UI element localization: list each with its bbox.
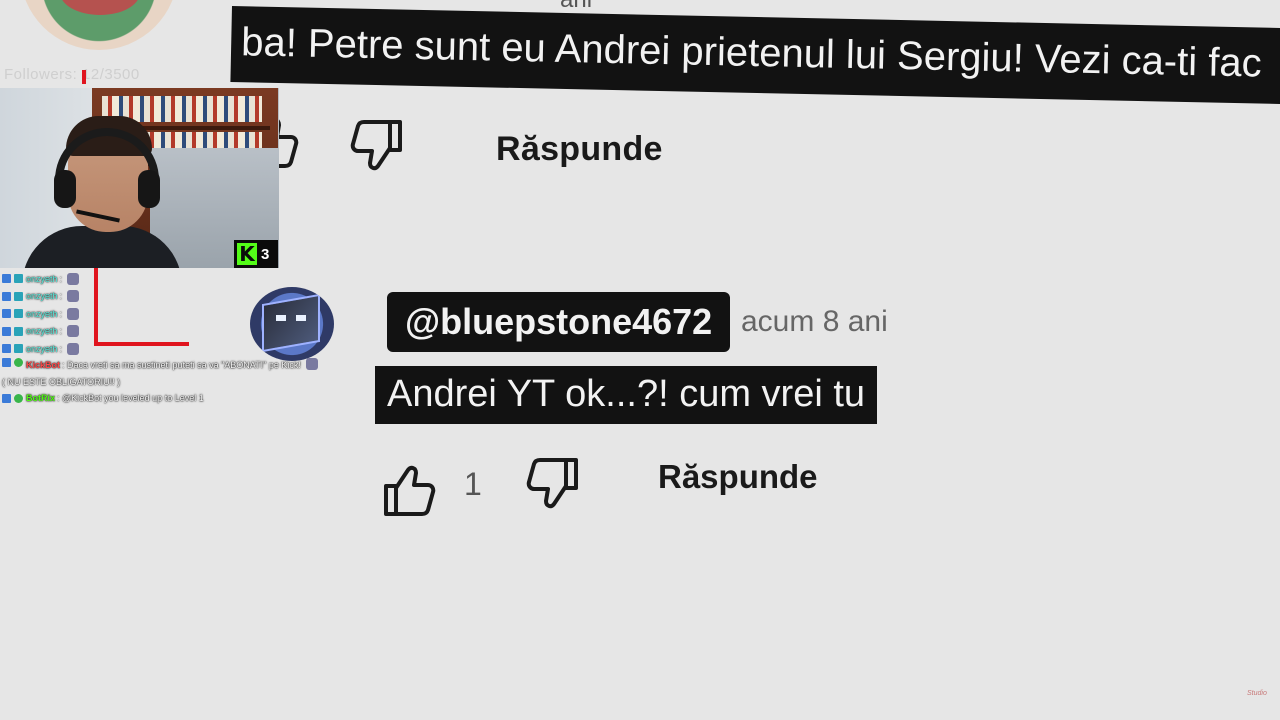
dislike-icon[interactable]: [350, 114, 414, 178]
verified-badge-icon: [14, 393, 23, 403]
kick-logo-icon: K: [237, 243, 257, 265]
emote-icon: [67, 272, 80, 285]
kick-viewer-count: 3: [261, 245, 270, 263]
moderator-badge-icon: [2, 393, 11, 403]
chat-username[interactable]: KickBot: [26, 358, 60, 373]
emote-icon: [305, 357, 318, 370]
subscriber-badge-icon: [14, 344, 23, 354]
chat-text-continued: ( NU ESTE OBLIGATORIU!! ): [2, 376, 121, 387]
chat-username[interactable]: onzyeth: [26, 291, 58, 301]
reply-button[interactable]: Răspunde: [496, 130, 663, 169]
chat-text: : Daca vreti sa ma sustineti puteti sa v…: [62, 359, 301, 370]
comment-time-partial: ani: [560, 0, 592, 14]
stream-frame: ani ba! Petre sunt eu Andrei prietenul l…: [0, 0, 1280, 720]
chat-separator: :: [59, 326, 63, 337]
chat-username[interactable]: onzyeth: [26, 309, 58, 319]
red-marker: [82, 70, 86, 84]
moderator-badge-icon: [2, 344, 11, 354]
comment-author-handle[interactable]: @bluepstone4672: [387, 292, 731, 352]
followers-goal-overlay: Followers: 12/3500: [4, 66, 140, 83]
like-count: 1: [464, 466, 482, 502]
chat-message: onzyeth :: [2, 270, 362, 288]
watermark: Studio: [1247, 690, 1267, 697]
chat-separator: :: [59, 308, 63, 319]
dislike-icon[interactable]: [526, 452, 590, 516]
commenter-avatar-top[interactable]: [20, 0, 178, 50]
reply-button[interactable]: Răspunde: [658, 458, 818, 496]
subscriber-badge-icon: [14, 326, 23, 336]
subscriber-badge-icon: [14, 291, 23, 301]
chat-username[interactable]: onzyeth: [26, 344, 58, 354]
moderator-badge-icon: [2, 291, 11, 301]
emote-icon: [67, 342, 80, 355]
kick-viewer-badge: K 3: [234, 240, 278, 268]
moderator-badge-icon: [2, 274, 11, 284]
chat-text: : @KickBot you leveled up to Level 1: [57, 393, 204, 404]
chat-username[interactable]: BotRix: [26, 393, 55, 403]
moderator-badge-icon: [2, 326, 11, 336]
chat-username[interactable]: onzyeth: [26, 326, 58, 336]
like-icon[interactable]: [380, 458, 444, 522]
emote-icon: [67, 290, 80, 303]
chat-separator: :: [59, 291, 63, 302]
subscriber-badge-icon: [14, 309, 23, 319]
chat-separator: :: [59, 343, 63, 354]
emote-icon: [67, 325, 80, 338]
chat-message-kickbot: KickBot : Daca vreti sa ma sustineti put…: [2, 357, 362, 390]
comment-text-highlight: ba! Petre sunt eu Andrei prietenul lui S…: [230, 6, 1280, 106]
comment-text-highlight: Andrei YT ok...?! cum vrei tu: [375, 366, 878, 424]
moderator-badge-icon: [2, 309, 11, 319]
moderator-badge-icon: [2, 357, 11, 367]
commenter-avatar[interactable]: [250, 287, 334, 361]
comment-timestamp[interactable]: acum 8 ani: [741, 305, 888, 339]
chat-username[interactable]: onzyeth: [26, 274, 58, 284]
chat-message-botrix: BotRix : @KickBot you leveled up to Leve…: [2, 390, 362, 408]
verified-badge-icon: [14, 357, 23, 367]
emote-icon: [67, 307, 80, 320]
subscriber-badge-icon: [14, 274, 23, 284]
chat-separator: :: [59, 273, 63, 284]
